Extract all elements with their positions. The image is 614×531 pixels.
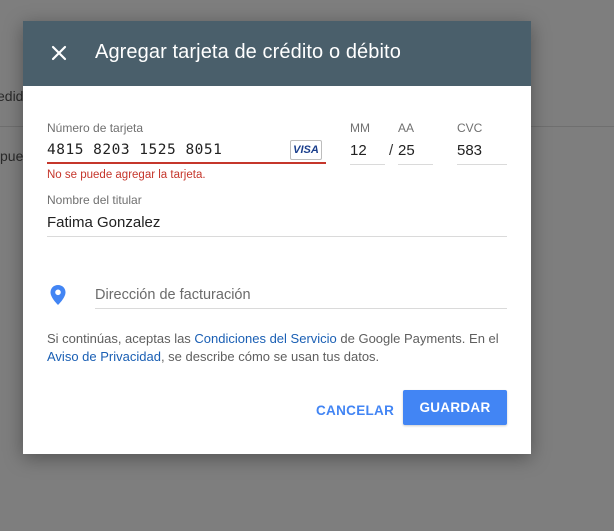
cvc-label: CVC [457, 121, 483, 135]
billing-address-input[interactable] [95, 284, 507, 306]
save-button[interactable]: GUARDAR [403, 390, 507, 425]
legal-notice: Si continúas, aceptas las Condiciones de… [47, 330, 512, 366]
visa-card-icon: VISA [290, 140, 322, 160]
card-number-label: Número de tarjeta [47, 121, 144, 135]
legal-text: , se describe cómo se usan tus datos. [160, 349, 380, 364]
close-icon [51, 45, 67, 61]
card-number-underline [47, 162, 326, 164]
privacy-notice-link[interactable]: Aviso de Privacidad [47, 349, 161, 364]
year-input[interactable]: 25 [398, 142, 415, 159]
holder-name-underline [47, 236, 507, 237]
month-input[interactable]: 12 [350, 142, 367, 159]
card-number-input[interactable]: 4815 8203 1525 8051 [47, 142, 222, 158]
location-pin-icon [50, 285, 66, 305]
month-label: MM [350, 121, 370, 135]
year-underline [398, 164, 433, 165]
billing-address-underline [95, 308, 507, 309]
year-label: AA [398, 121, 415, 135]
card-error-message: No se puede agregar la tarjeta. [47, 169, 206, 181]
legal-text: Si continúas, aceptas las [47, 331, 195, 346]
dialog-header: Agregar tarjeta de crédito o débito [23, 21, 531, 86]
expiry-separator: / [389, 142, 394, 159]
cvc-input[interactable]: 583 [457, 142, 482, 159]
legal-text: de Google Payments. En el [336, 331, 499, 346]
cancel-button[interactable]: CANCELAR [310, 394, 394, 426]
holder-name-label: Nombre del titular [47, 193, 142, 207]
terms-of-service-link[interactable]: Condiciones del Servicio [194, 331, 336, 346]
close-button[interactable] [45, 39, 73, 67]
holder-name-input[interactable]: Fatima Gonzalez [47, 214, 160, 231]
add-card-dialog: Agregar tarjeta de crédito o débito Núme… [23, 21, 531, 454]
month-underline [350, 164, 385, 165]
cvc-underline [457, 164, 507, 165]
dialog-title: Agregar tarjeta de crédito o débito [95, 41, 401, 63]
background-text: pue [0, 148, 24, 164]
background-text: edid [0, 88, 24, 104]
